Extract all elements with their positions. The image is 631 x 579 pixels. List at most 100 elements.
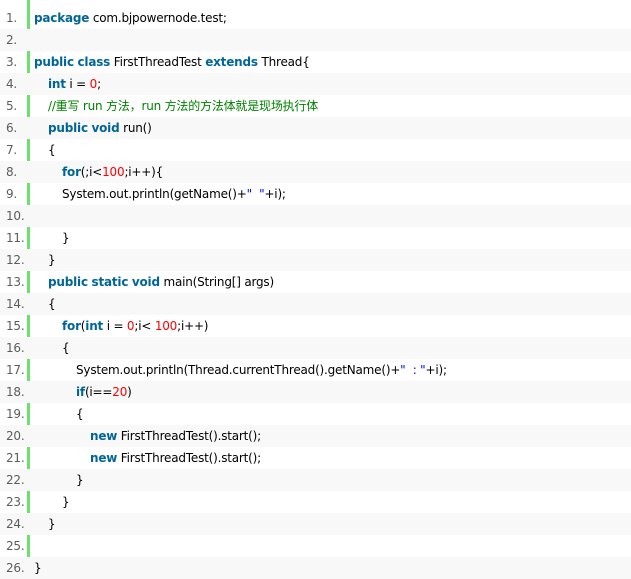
code-token: } [48,253,56,267]
line-number: 9. [6,187,18,201]
code-token: int [85,319,104,333]
code-line: 25. [0,535,631,557]
code-line: 5. //重写 run 方法，run 方法的方法体就是现场执行体 [0,95,631,117]
code-token: 20 [112,385,128,399]
code-line: 23.} [0,491,631,513]
code-token: ;i< [134,319,155,333]
code-token: for [62,319,81,333]
code-token: package [34,11,90,25]
code-text: for(int i = 0;i< 100;i++) [62,315,208,337]
line-number: 2. [6,33,18,47]
code-line: 4. int i = 0; [0,73,631,95]
code-line: 2. [0,29,631,51]
line-number: 14. [6,297,25,311]
code-text: int i = 0; [48,73,101,95]
code-token: new [90,451,118,465]
code-line: 10. [0,205,631,227]
code-token: FirstThreadTest().start(); [117,451,261,465]
code-token: public [48,275,88,289]
code-token: (;i< [80,165,103,179]
line-number: 20. [6,429,25,443]
code-line: 16. { [0,337,631,359]
code-token: FirstThreadTest [110,55,206,69]
code-line: 3. public class FirstThreadTest extends T… [0,51,631,73]
line-number: 6. [6,121,18,135]
code-token: { [48,297,56,311]
line-number: 7. [6,143,18,157]
code-line: 19. { [0,403,631,425]
line-number: 15. [6,319,25,333]
line-number: 10. [6,209,25,223]
code-text: new FirstThreadTest().start(); [90,425,261,447]
line-number: 24. [6,517,25,531]
code-token: if [76,385,85,399]
code-text: } [76,469,84,491]
line-number: 17. [6,363,25,377]
code-block: 1. package com.bjpowernode.test; 2. 3. publi… [0,0,631,579]
code-text: { [76,403,84,425]
code-token: ;i++) [177,319,209,333]
code-line: 15. for(int i = 0;i< 100;i++) [0,315,631,337]
code-line: 18. if(i==20) [0,381,631,403]
line-number: 25. [6,539,25,553]
code-line: 20. new FirstThreadTest().start(); [0,425,631,447]
line-number: 8. [6,165,18,179]
line-number: 16. [6,341,25,355]
code-text: { [48,139,56,161]
code-token: " " [246,187,265,201]
code-token: 0 [89,77,98,91]
code-token: run() [119,121,152,135]
code-line: 21. new FirstThreadTest().start(); [0,447,631,469]
code-text: { [48,293,56,315]
line-number: 26. [6,561,25,575]
code-text: new FirstThreadTest().start(); [90,447,261,469]
code-token: public [34,55,74,69]
code-token: { [48,143,56,157]
code-text: for(;i<100;i++){ [62,161,163,183]
code-token: 100 [102,165,125,179]
code-line: 9. System.out.println(getName()+" "+i); [0,183,631,205]
code-line: 13. public static void main(String[] args… [0,271,631,293]
code-token: (i== [84,385,113,399]
line-number: 3. [6,55,18,69]
code-token: void [131,275,160,289]
code-token: i = [65,77,90,91]
code-text: } [48,249,56,271]
code-token: System.out.println(getName()+ [62,187,247,201]
code-token: new [90,429,118,443]
code-token: public [48,121,88,135]
code-token: i = [103,319,127,333]
code-line: 24.} [0,513,631,535]
code-line: 26.} [0,557,631,579]
code-token: { [76,407,84,421]
code-text: if(i==20) [76,381,132,403]
code-text: //重写 run 方法，run 方法的方法体就是现场执行体 [48,95,318,117]
code-text: } [62,227,70,249]
line-number: 23. [6,495,25,509]
code-token: System.out.println(Thread.currentThread(… [76,363,401,377]
line-number: 5. [6,99,18,113]
code-token: ) [127,385,132,399]
code-token: } [76,473,84,487]
code-token: +i); [425,363,448,377]
code-token: 100 [154,319,178,333]
code-text: System.out.println(getName()+" "+i); [62,183,286,205]
code-token: ; [97,77,101,91]
code-line: 1. package com.bjpowernode.test; [0,7,631,29]
code-token: com.bjpowernode.test; [89,11,227,25]
line-number: 1. [6,11,18,25]
line-number: 22. [6,473,25,487]
code-token: } [34,561,42,575]
code-line: 14. { [0,293,631,315]
code-line: 22.} [0,469,631,491]
line-number: 13. [6,275,25,289]
code-text: public static void main(String[] args) [48,271,274,293]
code-text: } [62,491,70,513]
code-token: int [48,77,66,91]
code-text: public class FirstThreadTest extends Thr… [34,51,310,73]
code-line: 11.} [0,227,631,249]
code-token: " : " [400,363,426,377]
code-text: public void run() [48,117,152,139]
code-line: 6. public void run() [0,117,631,139]
code-text: System.out.println(Thread.currentThread(… [76,359,447,381]
